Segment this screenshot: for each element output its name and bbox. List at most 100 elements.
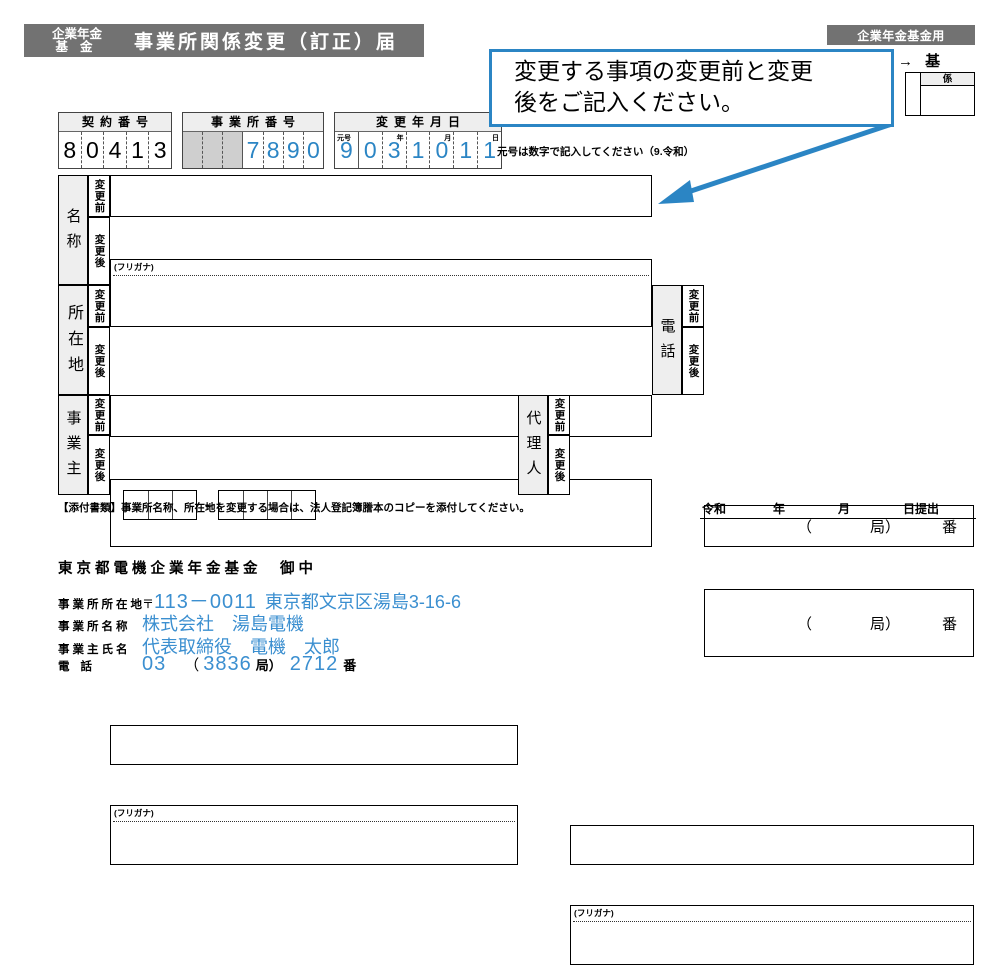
stamp-header-kakari: 係 (921, 73, 974, 86)
change-date-year-digit[interactable]: 0 (357, 132, 382, 168)
office-number-box: 事業所番号 7 8 9 0 (182, 112, 324, 169)
ki-routing-label: → 基 (898, 53, 945, 70)
contract-digit[interactable]: 0 (80, 132, 104, 168)
year-sublabel: 年 (396, 135, 404, 142)
fund-type-line1: 企業年金 (51, 26, 102, 41)
office-stamp-table: 係 (905, 72, 975, 116)
applicant-tel-label: 電話 (58, 661, 103, 673)
dairinin-before-field[interactable] (570, 825, 974, 865)
shozaichi-after-label: 変更後 (88, 327, 110, 395)
submit-year-label: 年 (773, 502, 786, 516)
contract-digit[interactable]: 4 (103, 132, 126, 168)
submit-month-label: 月 (838, 502, 851, 516)
contract-digit[interactable]: 1 (125, 132, 149, 168)
denwa-kyoku: 局） (870, 615, 901, 633)
change-date-cells: 元号 9 0 年 3 1 月 0 1 日 1 (335, 132, 501, 168)
dairinin-after-field[interactable]: (フリガナ) (570, 905, 974, 965)
contract-digit[interactable]: 3 (148, 132, 171, 168)
row-label-meisho: 名称 (58, 175, 88, 285)
form-page: 企業年金 基金 事業所関係変更（訂正）届 企業年金基金用 → 基 係 変更する事… (0, 0, 1000, 965)
day-digit-value: 1 (459, 136, 473, 163)
denwa-after-format: （ 局） 番 (705, 590, 973, 656)
meisho-after-label: 変更後 (88, 217, 110, 285)
year-digit-value: 0 (363, 136, 377, 163)
page-title: 事業所関係変更（訂正）届 (134, 32, 399, 53)
meisho-furigana-label: (フリガナ) (114, 262, 154, 272)
status-badge: 企業年金基金用 (827, 25, 975, 45)
jigyonushi-before-label: 変更前 (88, 395, 110, 435)
contract-digit[interactable]: 8 (59, 132, 81, 168)
meisho-after-field[interactable]: (フリガナ) (110, 259, 652, 327)
denwa-before-label: 変更前 (682, 285, 704, 327)
form-title-bar: 企業年金 基金 事業所関係変更（訂正）届 (24, 24, 424, 57)
office-digit-disabled (222, 132, 243, 168)
change-date-day-digit[interactable]: 1 (453, 132, 477, 168)
denwa-paren-open: （ (797, 615, 813, 633)
attachment-note: 【添付書類】事業所名称、所在地を変更する場合は、法人登記簿謄本のコピーを添付して… (58, 502, 530, 514)
change-date-month-digit[interactable]: 1 (405, 132, 430, 168)
shozaichi-before-field[interactable] (110, 395, 652, 437)
office-number-cells: 7 8 9 0 (183, 132, 323, 168)
callout-line-1: 変更する事項の変更前と変更 (514, 59, 813, 85)
callout-line-2: 後をご記入ください。 (514, 90, 744, 116)
dairinin-furigana-divider (573, 921, 971, 922)
office-digit[interactable]: 0 (302, 132, 323, 168)
row-label-dairinin: 代理人 (518, 395, 548, 495)
meisho-furigana-divider (113, 275, 649, 276)
dairinin-before-label: 変更前 (548, 395, 570, 435)
jigyonushi-furigana-divider (113, 821, 515, 822)
submit-date-underline (700, 518, 976, 519)
change-date-box: 変更年月日 元号 9 0 年 3 1 月 0 1 日 1 (334, 112, 502, 169)
denwa-ban: 番 (941, 615, 957, 633)
denwa-after-label: 変更後 (682, 327, 704, 395)
change-date-era-digit[interactable]: 元号 9 (335, 132, 358, 168)
tel-ban-label: 番 (343, 658, 357, 673)
change-date-caption: 変更年月日 (335, 113, 501, 132)
row-label-jigyonushi: 事業主 (58, 395, 88, 495)
instruction-callout: 変更する事項の変更前と変更 後をご記入ください。 (489, 49, 894, 127)
applicant-tel-area[interactable]: 03 (142, 653, 166, 676)
applicant-tel-row: 電話 03 （ 3836 局） 2712 番 (58, 653, 356, 676)
callout-arrow-icon (658, 121, 893, 204)
era-sublabel: 元号 (337, 135, 351, 142)
row-label-shozaichi: 所在地 (58, 285, 88, 395)
office-digit-disabled (202, 132, 223, 168)
meisho-before-label: 変更前 (88, 175, 110, 217)
month-digit-value: 1 (411, 136, 425, 163)
callout-text: 変更する事項の変更前と変更 後をご記入ください。 (514, 57, 813, 119)
change-date-month-digit[interactable]: 月 0 (429, 132, 453, 168)
denwa-after-field[interactable]: （ 局） 番 (704, 589, 974, 657)
office-digit[interactable]: 7 (242, 132, 262, 168)
contract-number-box: 契約番号 8 0 4 1 3 (58, 112, 172, 169)
jigyonushi-furigana-label: (フリガナ) (114, 808, 154, 818)
applicant-tel-exchange[interactable]: 3836 (203, 653, 252, 676)
stamp-cell-left (906, 73, 921, 115)
jigyonushi-after-field[interactable]: (フリガナ) (110, 805, 518, 865)
stamp-cell-right: 係 (921, 73, 974, 115)
contract-number-caption: 契約番号 (59, 113, 171, 132)
office-digit[interactable]: 9 (282, 132, 303, 168)
change-details-table: 名称 変更前 変更後 (フリガナ) 所在地 変更前 変更後 - 電話 変更前 （… (58, 175, 974, 965)
jigyonushi-after-label: 変更後 (88, 435, 110, 495)
stamp-blank-cell[interactable] (921, 86, 974, 115)
fund-type-line2: 基金 (55, 39, 105, 54)
day-sublabel: 日 (492, 135, 500, 142)
meisho-before-field[interactable] (110, 175, 652, 217)
office-digit[interactable]: 8 (262, 132, 283, 168)
tel-kyoku-label: 局） (255, 658, 282, 673)
applicant-tel-number[interactable]: 2712 (290, 653, 339, 676)
submit-day-label: 日提出 (903, 502, 940, 516)
row-label-denwa: 電話 (652, 285, 682, 395)
dairinin-after-label: 変更後 (548, 435, 570, 495)
office-number-caption: 事業所番号 (183, 113, 323, 132)
dairinin-furigana-label: (フリガナ) (574, 908, 614, 918)
fund-type-label: 企業年金 基金 (38, 26, 116, 54)
submit-era-label: 令和 (702, 502, 727, 516)
contract-number-cells: 8 0 4 1 3 (59, 132, 171, 168)
fund-addressee: 東京都電機企業年金基金 御中 (58, 561, 317, 577)
month-sublabel: 月 (444, 135, 452, 142)
jigyonushi-before-field[interactable] (110, 725, 518, 765)
change-date-year-digit[interactable]: 年 3 (381, 132, 406, 168)
shozaichi-before-label: 変更前 (88, 285, 110, 327)
office-digit-disabled (183, 132, 203, 168)
